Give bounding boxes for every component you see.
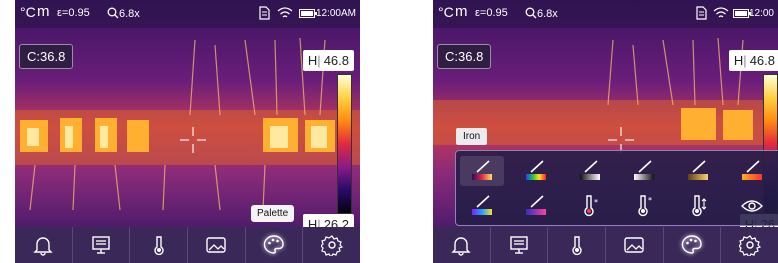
palette-icon <box>681 235 702 254</box>
sd-card-icon <box>259 6 270 20</box>
image-gallery-icon <box>206 237 227 253</box>
thermometer-icon <box>154 236 164 256</box>
brush-medical-icon <box>742 160 762 180</box>
thermometer-low-icon: * <box>638 195 652 217</box>
brush-iron-red-icon <box>526 195 546 215</box>
palette-option-iron-red[interactable] <box>514 191 558 221</box>
visibility-option[interactable] <box>730 191 774 221</box>
palette-button[interactable] <box>664 227 722 263</box>
temperature-button[interactable] <box>130 227 189 263</box>
eye-icon <box>741 200 763 212</box>
thermal-camera-screen-right: °C m ε=0.95 6.8x 12:00 C:36.8 H|46.8 H|2… <box>433 0 778 263</box>
palette-button[interactable] <box>246 227 304 263</box>
palette-option-amber[interactable] <box>676 156 720 186</box>
clock-time: 12:00AM <box>315 8 356 19</box>
palette-option-medical[interactable] <box>730 156 774 186</box>
alarm-button[interactable] <box>433 227 491 263</box>
zoom-level[interactable]: 6.8x <box>525 7 558 20</box>
thermometer-icon <box>572 236 582 256</box>
high-label: H <box>733 53 744 68</box>
color-temperature-scale <box>337 74 352 214</box>
menu-button[interactable] <box>73 227 131 263</box>
status-bar: °C m ε=0.95 6.8x 12:00 <box>433 0 778 28</box>
gallery-button[interactable] <box>606 227 664 263</box>
zoom-magnifier-icon <box>525 7 537 19</box>
alarm-bell-icon <box>451 237 472 256</box>
emissivity-value[interactable]: ε=0.95 <box>475 7 508 19</box>
thermometer-high-icon: * <box>584 195 598 217</box>
brush-rainbow-hc-icon <box>472 195 492 215</box>
high-temperature-alarm-option[interactable]: * <box>568 191 612 221</box>
high-temperature-readout: H| 46.8 <box>302 50 354 71</box>
thermometer-interval-icon <box>692 195 707 217</box>
wifi-icon <box>713 7 729 18</box>
emissivity-value[interactable]: ε=0.95 <box>57 7 90 19</box>
menu-monitor-icon <box>92 236 110 254</box>
interval-alarm-option[interactable] <box>676 191 720 221</box>
high-value: 46.8 <box>323 53 349 68</box>
clock-time: 12:00 <box>748 8 774 19</box>
settings-gear-icon <box>738 235 761 256</box>
palette-tooltip: Palette <box>251 205 295 222</box>
palette-option-rainbow-hc[interactable] <box>460 191 504 221</box>
palette-option-rainbow[interactable] <box>514 156 558 186</box>
palette-selection-menu: * * <box>455 150 778 226</box>
thermal-camera-screen-left: °C m ε=0.95 6.8x 12:00AM C:36.8 H| 46.8 H… <box>15 0 360 263</box>
brush-amber-icon <box>688 160 708 180</box>
palette-option-black-hot[interactable] <box>622 156 666 186</box>
center-crosshair-icon <box>180 127 206 153</box>
palette-icon <box>263 235 284 254</box>
high-label: H <box>307 53 318 68</box>
image-gallery-icon <box>624 237 645 253</box>
alarm-bell-icon <box>33 237 54 256</box>
bottom-toolbar <box>15 227 360 263</box>
temperature-button[interactable] <box>548 227 607 263</box>
thermal-image <box>15 0 360 232</box>
brush-black-hot-icon <box>634 160 654 180</box>
high-value: 46.8 <box>749 53 775 68</box>
battery-icon <box>299 9 317 18</box>
zoom-value: 6.8x <box>537 8 558 20</box>
settings-button[interactable] <box>303 227 360 263</box>
sd-card-icon <box>696 6 707 20</box>
palette-option-iron[interactable] <box>460 156 504 186</box>
zoom-magnifier-icon <box>107 7 119 19</box>
center-temperature-readout: C:36.8 <box>19 44 74 69</box>
temperature-unit[interactable]: °C <box>20 4 36 20</box>
measure-mode[interactable]: m <box>37 3 50 20</box>
svg-text:*: * <box>648 196 652 205</box>
menu-monitor-icon <box>510 236 528 254</box>
bottom-toolbar <box>433 227 778 263</box>
svg-text:*: * <box>594 198 598 207</box>
measure-mode[interactable]: m <box>455 3 468 20</box>
palette-option-white-hot[interactable] <box>568 156 612 186</box>
low-temperature-alarm-option[interactable]: * <box>622 191 666 221</box>
gallery-button[interactable] <box>188 227 246 263</box>
high-temperature-readout: H| 46.8 <box>728 50 778 71</box>
wifi-icon <box>277 7 293 18</box>
current-palette-tooltip: Iron <box>456 128 488 145</box>
alarm-button[interactable] <box>15 227 73 263</box>
settings-button[interactable] <box>721 227 778 263</box>
brush-rainbow-icon <box>526 160 546 180</box>
settings-gear-icon <box>320 235 343 256</box>
brush-iron-icon <box>472 160 492 180</box>
brush-white-hot-icon <box>580 160 600 180</box>
zoom-value: 6.8x <box>119 8 140 20</box>
temperature-unit[interactable]: °C <box>438 4 454 20</box>
zoom-level[interactable]: 6.8x <box>107 7 140 20</box>
status-bar: °C m ε=0.95 6.8x 12:00AM <box>15 0 360 28</box>
menu-button[interactable] <box>491 227 549 263</box>
center-temperature-readout: C:36.8 <box>437 44 492 69</box>
